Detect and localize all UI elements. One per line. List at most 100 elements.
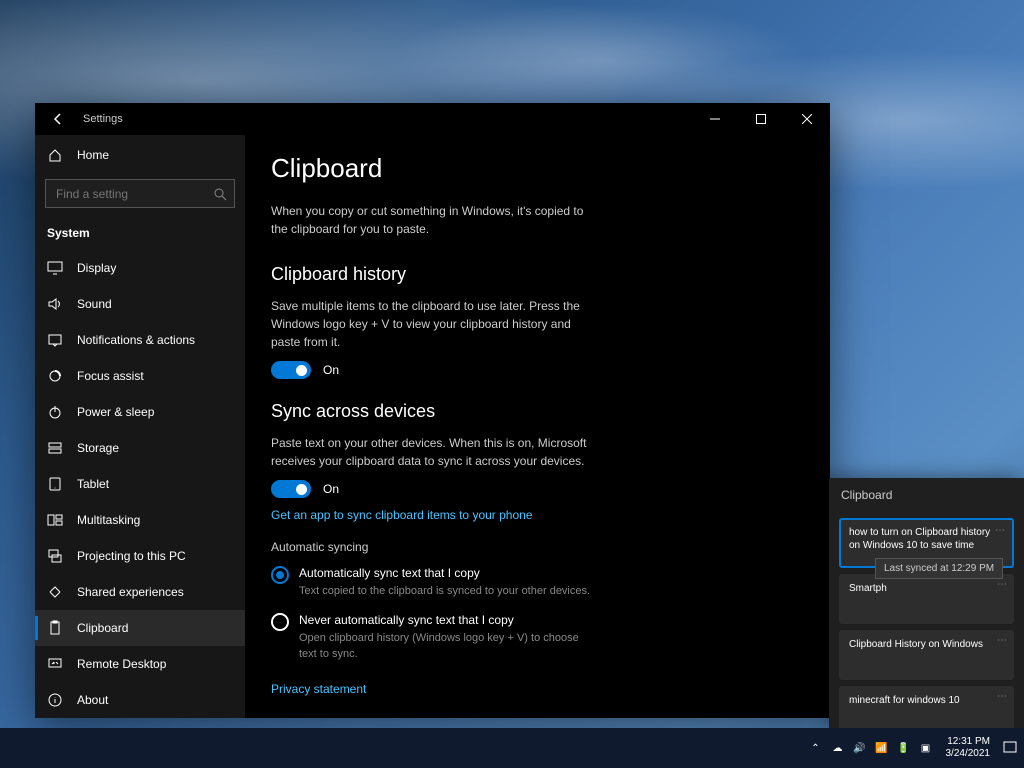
nav-label: Storage xyxy=(77,441,119,455)
taskbar-time: 12:31 PM xyxy=(946,736,991,748)
clipboard-item-text: Smartph xyxy=(849,583,887,594)
category-label: System xyxy=(35,218,245,250)
tray-network-icon[interactable]: 📶 xyxy=(874,740,890,756)
clipboard-flyout-title: Clipboard xyxy=(829,478,1024,512)
about-icon xyxy=(47,692,63,708)
shared-icon xyxy=(47,584,63,600)
page-intro: When you copy or cut something in Window… xyxy=(271,202,591,238)
home-icon xyxy=(47,147,63,163)
notifications-icon[interactable] xyxy=(1002,740,1018,756)
nav-item-notifications[interactable]: Notifications & actions xyxy=(35,322,245,358)
history-toggle[interactable] xyxy=(271,361,311,379)
nav-label: Projecting to this PC xyxy=(77,549,186,563)
clipboard-item-text: Clipboard History on Windows xyxy=(849,639,983,650)
clipboard-icon xyxy=(47,620,63,636)
sync-app-link[interactable]: Get an app to sync clipboard items to yo… xyxy=(271,508,533,522)
nav-item-sound[interactable]: Sound xyxy=(35,286,245,322)
sync-toggle-label: On xyxy=(323,482,339,496)
nav-label: Power & sleep xyxy=(77,405,154,419)
sync-tooltip: Last synced at 12:29 PM xyxy=(875,558,1003,579)
tray-chevron-icon[interactable]: ⌃ xyxy=(808,740,824,756)
radio1-label: Automatically sync text that I copy xyxy=(299,566,804,580)
sync-heading: Sync across devices xyxy=(271,401,804,422)
nav-item-remote[interactable]: Remote Desktop xyxy=(35,646,245,682)
radio2-desc: Open clipboard history (Windows logo key… xyxy=(299,631,599,662)
nav-label: Focus assist xyxy=(77,369,144,383)
multitask-icon xyxy=(47,512,63,528)
nav-label: Display xyxy=(77,261,116,275)
privacy-link[interactable]: Privacy statement xyxy=(271,682,366,696)
nav-label: Notifications & actions xyxy=(77,333,195,347)
clipboard-item[interactable]: Clipboard History on Windows ⋯ xyxy=(839,630,1014,680)
clipboard-item-text: minecraft for windows 10 xyxy=(849,695,960,706)
nav-item-shared[interactable]: Shared experiences xyxy=(35,574,245,610)
settings-window: Settings Home System Display Sound Notific… xyxy=(35,103,830,718)
history-desc: Save multiple items to the clipboard to … xyxy=(271,297,591,351)
tray-app-icon[interactable]: ▣ xyxy=(918,740,934,756)
nav-label: Tablet xyxy=(77,477,109,491)
nav-label: Sound xyxy=(77,297,112,311)
item-menu-icon[interactable]: ⋯ xyxy=(997,690,1008,703)
item-menu-icon[interactable]: ⋯ xyxy=(997,578,1008,591)
sidebar: Home System Display Sound Notifications & … xyxy=(35,135,245,718)
auto-sync-label: Automatic syncing xyxy=(271,540,804,554)
nav-item-power[interactable]: Power & sleep xyxy=(35,394,245,430)
page-title: Clipboard xyxy=(271,153,804,184)
taskbar-clock[interactable]: 12:31 PM 3/24/2021 xyxy=(940,736,997,760)
power-icon xyxy=(47,404,63,420)
radio-icon xyxy=(271,566,289,584)
sound-icon xyxy=(47,296,63,312)
radio-auto-sync[interactable]: Automatically sync text that I copy Text… xyxy=(271,566,804,599)
focus-icon xyxy=(47,368,63,384)
back-button[interactable] xyxy=(45,106,71,132)
nav-label: Clipboard xyxy=(77,621,128,635)
radio2-label: Never automatically sync text that I cop… xyxy=(299,613,804,627)
minimize-button[interactable] xyxy=(692,103,738,135)
display-icon xyxy=(47,260,63,276)
search-icon xyxy=(213,187,227,201)
sync-toggle[interactable] xyxy=(271,480,311,498)
clipboard-flyout: Clipboard how to turn on Clipboard histo… xyxy=(829,478,1024,728)
storage-icon xyxy=(47,440,63,456)
content-area: Clipboard When you copy or cut something… xyxy=(245,135,830,718)
titlebar: Settings xyxy=(35,103,830,135)
nav-item-about[interactable]: About xyxy=(35,682,245,718)
home-label: Home xyxy=(77,148,109,162)
nav-label: Multitasking xyxy=(77,513,140,527)
nav-label: About xyxy=(77,693,108,707)
remote-icon xyxy=(47,656,63,672)
history-heading: Clipboard history xyxy=(271,264,804,285)
search-box[interactable] xyxy=(45,179,235,208)
maximize-button[interactable] xyxy=(738,103,784,135)
clipboard-item[interactable]: Smartph ⋯ xyxy=(839,574,1014,624)
taskbar[interactable]: ⌃ ☁ 🔊 📶 🔋 ▣ 12:31 PM 3/24/2021 xyxy=(0,728,1024,768)
home-nav[interactable]: Home xyxy=(35,139,245,171)
nav-item-storage[interactable]: Storage xyxy=(35,430,245,466)
nav-item-display[interactable]: Display xyxy=(35,250,245,286)
taskbar-date: 3/24/2021 xyxy=(946,748,991,760)
project-icon xyxy=(47,548,63,564)
window-title: Settings xyxy=(83,113,123,125)
radio-icon xyxy=(271,613,289,631)
tray-battery-icon[interactable]: 🔋 xyxy=(896,740,912,756)
item-menu-icon[interactable]: ⋯ xyxy=(997,634,1008,647)
nav-item-project[interactable]: Projecting to this PC xyxy=(35,538,245,574)
nav-label: Remote Desktop xyxy=(77,657,166,671)
history-toggle-label: On xyxy=(323,363,339,377)
item-menu-icon[interactable]: ⋯ xyxy=(995,524,1006,537)
notifications-icon xyxy=(47,332,63,348)
nav-item-multitask[interactable]: Multitasking xyxy=(35,502,245,538)
nav-label: Shared experiences xyxy=(77,585,184,599)
sync-desc: Paste text on your other devices. When t… xyxy=(271,434,591,470)
nav-item-focus[interactable]: Focus assist xyxy=(35,358,245,394)
tray-onedrive-icon[interactable]: ☁ xyxy=(830,740,846,756)
search-input[interactable] xyxy=(54,186,213,202)
tablet-icon xyxy=(47,476,63,492)
radio1-desc: Text copied to the clipboard is synced t… xyxy=(299,584,599,599)
tray-audio-icon[interactable]: 🔊 xyxy=(852,740,868,756)
radio-never-sync[interactable]: Never automatically sync text that I cop… xyxy=(271,613,804,662)
close-button[interactable] xyxy=(784,103,830,135)
clipboard-item-text: how to turn on Clipboard history on Wind… xyxy=(849,527,990,551)
nav-item-tablet[interactable]: Tablet xyxy=(35,466,245,502)
nav-item-clipboard[interactable]: Clipboard xyxy=(35,610,245,646)
